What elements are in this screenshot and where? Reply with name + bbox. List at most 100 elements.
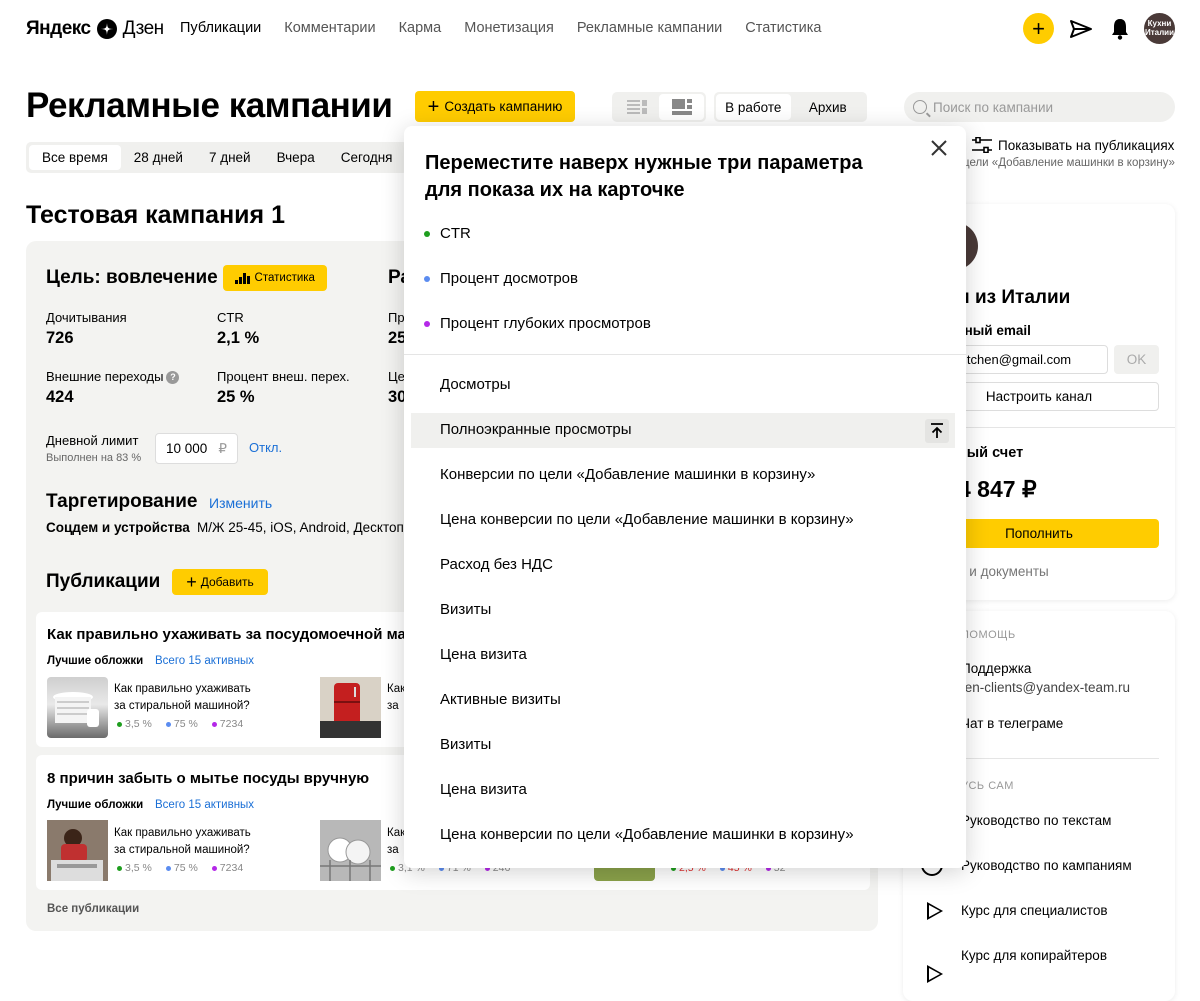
logo[interactable]: Яндекс Дзен [26,14,164,44]
list-view-toggle[interactable] [614,94,659,120]
currency-sign: ₽ [218,440,227,456]
show-on-publications-button[interactable]: Показывать на публикациях [972,137,1174,153]
guide-texts-link[interactable]: Руководство по текстам [961,813,1111,828]
help-icon[interactable]: ? [166,371,180,385]
best-covers-label: Лучшие обложки [47,655,144,667]
user-avatar[interactable]: Кухни Италии [1144,13,1175,44]
selected-metric-ctr[interactable]: CTR [440,225,471,242]
metric-ctr-value: 3,5 % [125,718,152,730]
period-28-days[interactable]: 28 дней [121,145,196,170]
metric-option[interactable]: Визиты [440,736,491,753]
targeting-key: Соцдем и устройства [46,520,190,535]
close-icon[interactable] [930,139,948,157]
metric-option[interactable]: Досмотры [440,376,511,393]
daily-limit-input[interactable]: 10 000 ₽ [155,433,238,464]
targeting-value: М/Ж 25-45, iOS, Android, Десктоп [197,520,404,535]
metric-value: 2,1 % [217,329,260,347]
logo-zen: Дзен [122,18,165,39]
list-view-icon [626,100,647,114]
nav-comments[interactable]: Комментарии [284,20,375,36]
create-plus-button[interactable]: + [1023,13,1054,44]
search-icon [913,100,927,114]
cover-thumbnail[interactable] [47,677,108,738]
blue-dot-icon [424,276,430,282]
cover-caption-line2: за [387,699,399,712]
all-publications-link[interactable]: Все публикации [47,903,139,915]
channel-name: и из Италии [958,287,1071,308]
card-view-toggle[interactable] [659,94,704,120]
metric-label-text: Внешние переходы [46,369,164,384]
period-today[interactable]: Сегодня [328,145,406,170]
metric-option[interactable]: Конверсии по цели «Добавление машинки в … [440,466,815,483]
period-all-time[interactable]: Все время [29,145,121,170]
period-yesterday[interactable]: Вчера [264,145,328,170]
active-count-link[interactable]: Всего 15 активных [155,655,254,667]
nav-monetization[interactable]: Монетизация [464,20,554,36]
green-dot-icon [390,865,395,871]
metric-option[interactable]: Активные визиты [440,691,561,708]
cover-thumbnail[interactable] [47,820,108,881]
period-7-days[interactable]: 7 дней [196,145,264,170]
statistics-button[interactable]: Статистика [223,265,327,291]
settings-sliders-icon [972,137,992,153]
move-to-top-button[interactable] [925,419,949,443]
support-email[interactable]: ten-clients@yandex-team.ru [961,680,1130,695]
zen-star-icon [96,19,117,39]
metric-external-clicks: Внешние переходы? 424 [46,369,180,407]
metric-option[interactable]: Цена визита [440,781,527,798]
metric-option[interactable]: Цена конверсии по цели «Добавление машин… [440,826,854,843]
telegram-link[interactable]: Чат в телеграме [961,716,1063,731]
email-label: тный email [958,323,1031,338]
metric-option[interactable]: Полноэкранные просмотры [440,421,632,438]
cover-caption: Как правильно ухаживать за стиральной маш… [114,825,251,858]
metric-label: Внешние переходы? [46,369,180,385]
metric-option[interactable]: Расход без НДС [440,556,553,573]
add-publication-button[interactable]: + Добавить [172,569,268,595]
publications-title: Публикации [46,571,161,592]
nav-statistics[interactable]: Статистика [745,20,821,36]
docs-link[interactable]: и и документы [958,564,1049,579]
publication-title[interactable]: 8 причин забыть о мытье посуды вручную [47,770,369,787]
cover-caption: Как за [387,681,405,714]
course-specialists-link[interactable]: Курс для специалистов [961,903,1108,918]
show-on-publications-sub: цели «Добавление машинки в корзину» [963,157,1175,169]
create-campaign-button[interactable]: + Создать кампанию [415,91,575,122]
tab-in-work[interactable]: В работе [716,94,791,120]
nav-publications[interactable]: Публикации [180,20,261,36]
targeting-title: Таргетирование [46,491,198,512]
course-copywriters-link[interactable]: Курс для копирайтеров [961,948,1107,963]
guide-campaigns-link[interactable]: Руководство по кампаниям [961,858,1132,873]
plus-icon: + [186,572,197,592]
logo-yandex: Яндекс [26,18,91,39]
statistics-label: Статистика [254,272,315,284]
cover-thumbnail[interactable] [320,820,381,881]
limit-off-link[interactable]: Откл. [249,440,282,455]
metric-deep: 7234 [211,862,243,874]
metric-option[interactable]: Цена визита [440,646,527,663]
daily-limit-label: Дневной лимит [46,433,139,448]
metric-label: CTR [217,310,244,325]
card-view-icon [671,99,692,115]
tab-archive[interactable]: Архив [791,94,866,120]
selected-metric-viewthrough[interactable]: Процент досмотров [440,270,578,287]
nav-ad-campaigns[interactable]: Рекламные кампании [577,20,722,36]
metric-value: 25 % [217,388,255,406]
publication-title[interactable]: Как правильно ухаживать за посудомоечной… [47,626,418,643]
arrow-to-top-icon [931,423,943,438]
email-ok-button[interactable]: OK [1114,345,1159,374]
play-icon [927,902,943,920]
active-count-link[interactable]: Всего 15 активных [155,799,254,811]
bar-chart-icon [235,272,250,284]
nav-karma[interactable]: Карма [399,20,442,36]
metric-option[interactable]: Цена конверсии по цели «Добавление машин… [440,511,854,528]
metric-option[interactable]: Визиты [440,601,491,618]
send-icon[interactable] [1069,17,1093,41]
targeting-change-link[interactable]: Изменить [209,495,272,511]
cover-thumbnail[interactable] [320,677,381,738]
bell-icon[interactable] [1109,17,1131,41]
cover-metrics: 3,5 % 75 % 7234 [117,862,243,874]
selected-metric-deep-views[interactable]: Процент глубоких просмотров [440,315,651,332]
search-input[interactable]: Поиск по кампании [904,92,1175,122]
support-link[interactable]: Поддержка [961,661,1031,676]
cover-metrics: 3,5 % 75 % 7234 [117,718,243,730]
